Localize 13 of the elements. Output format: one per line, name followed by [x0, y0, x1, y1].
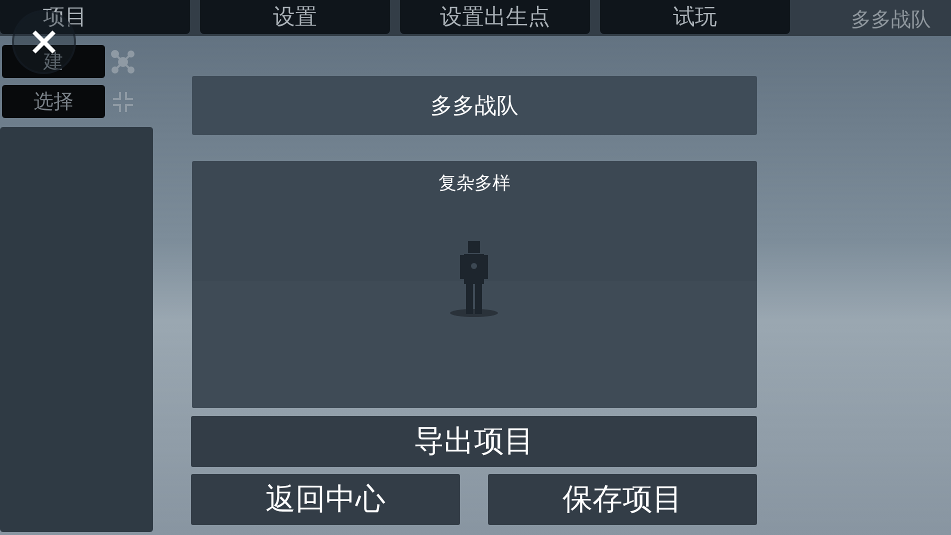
project-title: 多多战队 [851, 6, 931, 33]
export-button[interactable]: 导出项目 [191, 416, 757, 467]
tab[interactable]: 设置出生点 [400, 0, 590, 34]
tab[interactable]: 设置 [200, 0, 390, 34]
save-button[interactable]: 保存项目 [488, 474, 757, 525]
tab[interactable]: 项目 [0, 0, 190, 34]
tab[interactable]: 试玩 [600, 0, 790, 34]
back-button[interactable]: 返回中心 [191, 474, 460, 525]
name-field[interactable]: 多多战队 [192, 76, 757, 135]
nodes-icon [111, 50, 135, 74]
preview-caption: 复杂多样 [438, 172, 510, 195]
tool-button[interactable]: 选择 [2, 85, 105, 118]
select-icon [111, 90, 135, 114]
